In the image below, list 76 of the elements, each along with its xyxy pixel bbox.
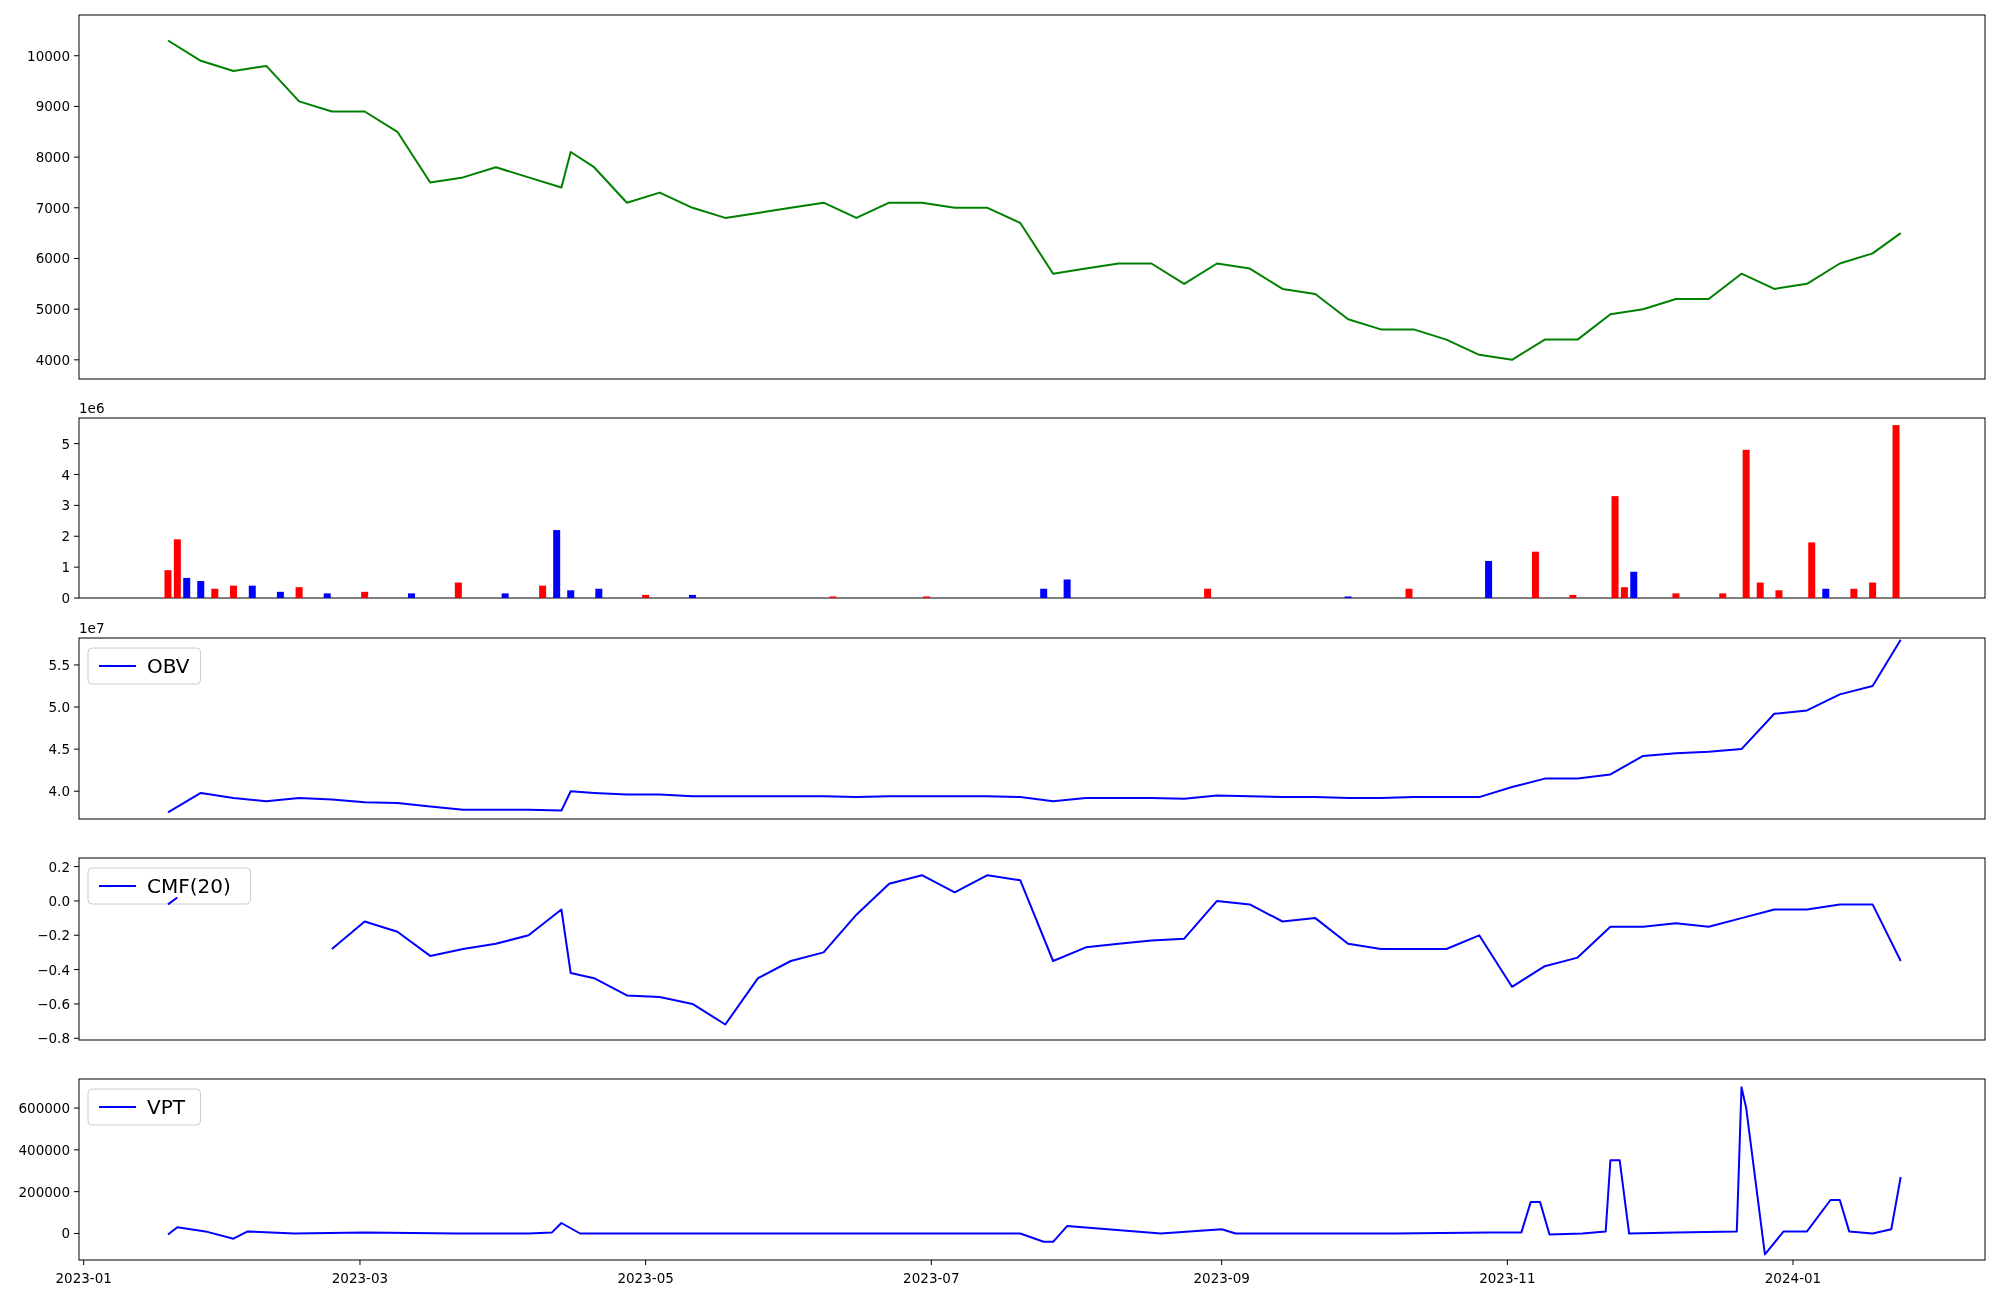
tick-mark: [73, 866, 80, 868]
tick-mark: [73, 1149, 80, 1151]
tick-mark: [73, 1003, 80, 1005]
tick-label: 4.5: [48, 741, 70, 758]
tick-mark: [73, 597, 80, 599]
tick-label: 2023-11: [1479, 1270, 1536, 1286]
tick-label: 200000: [18, 1183, 70, 1200]
tick-mark: [73, 105, 80, 107]
tick-label: 10000: [27, 47, 70, 64]
tick-mark: [73, 1037, 80, 1039]
tick-label: 4: [61, 466, 70, 483]
tick-label: 5000: [35, 301, 70, 318]
tick-mark: [73, 55, 80, 57]
tick-label: 2024-01: [1764, 1270, 1822, 1286]
tick-label: −0.6: [37, 995, 70, 1012]
tick-label: 4.0: [48, 783, 70, 800]
tick-label: 2023-01: [55, 1270, 112, 1286]
tick-label: −0.8: [37, 1030, 70, 1047]
tick-label: 0: [61, 590, 70, 606]
tick-mark: [73, 1107, 80, 1109]
tick-mark: [73, 934, 80, 936]
tick-mark: [1221, 1259, 1223, 1266]
tick-label: 3: [61, 497, 70, 514]
tick-mark: [73, 706, 80, 708]
tick-mark: [73, 535, 80, 537]
tick-label: 5: [61, 435, 70, 452]
tick-mark: [73, 474, 80, 475]
axis-offset-label: 1e7: [79, 620, 105, 636]
tick-label: 4000: [35, 351, 70, 368]
tick-mark: [73, 566, 80, 568]
tick-mark: [73, 359, 80, 361]
tick-label: 5.0: [48, 699, 70, 716]
tick-label: 2023-09: [1193, 1270, 1250, 1286]
tick-mark: [73, 900, 80, 902]
tick-mark: [73, 156, 80, 158]
tick-mark: [73, 664, 80, 666]
tick-mark: [73, 1191, 80, 1193]
legend-line-icon: [98, 1106, 137, 1108]
tick-label: 0: [61, 1225, 70, 1242]
tick-label: −0.2: [37, 927, 70, 944]
tick-mark: [1506, 1259, 1508, 1266]
legend-line-icon: [98, 665, 137, 667]
tick-mark: [73, 308, 80, 310]
legend-label: CMF(20): [147, 874, 231, 898]
tick-mark: [73, 969, 80, 971]
tick-mark: [73, 258, 80, 259]
tick-label: 2023-05: [617, 1270, 674, 1286]
tick-label: 400000: [18, 1141, 70, 1158]
tick-mark: [645, 1259, 647, 1266]
tick-mark: [73, 790, 80, 792]
tick-mark: [83, 1259, 85, 1266]
tick-label: 5.5: [48, 656, 70, 673]
legend-label: OBV: [147, 654, 190, 678]
legend-label: VPT: [147, 1095, 185, 1119]
tick-label: 6000: [35, 250, 70, 267]
tick-mark: [73, 443, 80, 445]
tick-label: 0.0: [48, 892, 70, 909]
tick-mark: [73, 748, 80, 750]
legend-line-icon: [98, 885, 137, 887]
tick-label: 2023-03: [331, 1270, 389, 1286]
tick-label: 2: [61, 528, 70, 545]
tick-label: 1: [61, 559, 70, 576]
tick-label: 9000: [35, 98, 70, 115]
tick-mark: [73, 504, 80, 506]
tick-mark: [359, 1259, 361, 1266]
axis-offset-label: 1e6: [79, 400, 105, 416]
tick-mark: [1792, 1259, 1794, 1266]
tick-label: 7000: [35, 199, 70, 216]
tick-label: 8000: [35, 149, 70, 166]
tick-label: 0.2: [48, 858, 70, 875]
tick-mark: [73, 1232, 80, 1234]
tick-label: 600000: [18, 1100, 70, 1117]
tick-mark: [930, 1259, 932, 1266]
tick-mark: [73, 207, 80, 209]
tick-label: 2023-07: [903, 1270, 960, 1286]
tick-label: −0.4: [37, 961, 70, 978]
